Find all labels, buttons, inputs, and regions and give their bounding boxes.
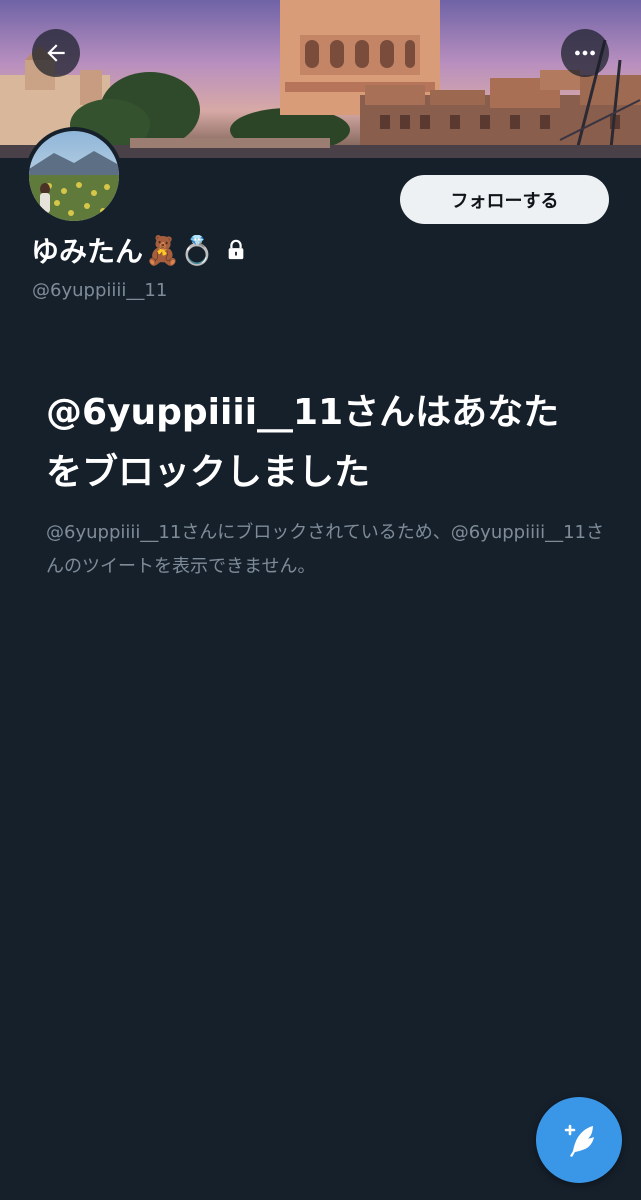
avatar-image [29,131,119,221]
more-options-button[interactable] [561,29,609,77]
compose-tweet-icon [564,1124,594,1157]
profile-banner[interactable] [0,0,641,158]
blocked-title: @6yuppiiii__11さんはあなたをブロックしました [46,392,560,493]
blocked-description: @6yuppiiii__11さんにブロックされているため、@6yuppiiii_… [46,522,605,577]
profile-handle: @6yuppiiii__11 [32,280,168,301]
follow-button[interactable]: フォローする [400,175,609,224]
profile-screen: フォローする ゆみたん 🧸💍 @6yuppiiii__11 @6yuppiiii… [0,0,641,1200]
back-button[interactable] [32,29,80,77]
arrow-left-icon [47,44,65,62]
display-name: ゆみたん 🧸💍 [31,230,247,270]
lock-icon [225,239,247,261]
compose-tweet-button[interactable] [536,1097,622,1183]
avatar[interactable] [29,131,119,221]
more-horizontal-icon [575,50,595,56]
banner-image [0,0,641,158]
display-name-emojis: 🧸💍 [145,233,215,267]
display-name-text: ゆみたん [31,235,144,268]
